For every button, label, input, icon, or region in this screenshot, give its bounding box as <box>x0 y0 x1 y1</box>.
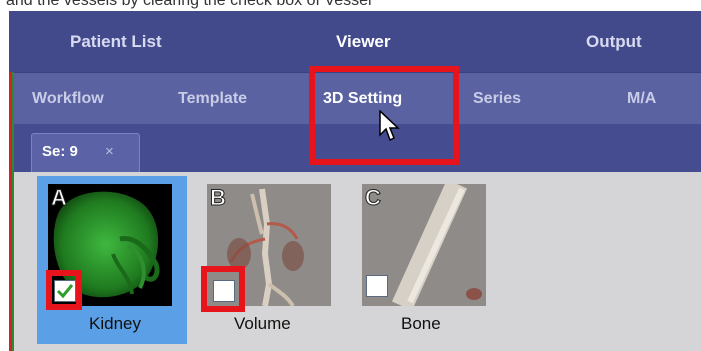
thumbnail-name: Bone <box>401 314 441 333</box>
caption-text: and the vessels by clearing the check bo… <box>6 0 372 9</box>
tab-workflow[interactable]: Workflow <box>32 73 104 125</box>
preset-thumbnail-kidney[interactable]: A Kidney <box>37 176 187 344</box>
thumbnail-letter: C <box>365 185 382 211</box>
thumbnail-name: Volume <box>234 314 291 333</box>
tab-viewer[interactable]: Viewer <box>336 11 391 72</box>
preset-thumbnail-bone[interactable]: C Bone <box>351 176 501 344</box>
preset-thumbnail-volume[interactable]: B Volume <box>196 176 346 344</box>
tab-series[interactable]: Series <box>473 73 521 125</box>
instruction-caption: and the vessels by clearing the check bo… <box>0 0 701 11</box>
tab-ma[interactable]: M/A <box>627 73 656 125</box>
highlight-volume-checkbox <box>201 266 245 312</box>
tab-patient-list[interactable]: Patient List <box>70 11 162 72</box>
main-nav: Patient List Viewer Output <box>9 11 701 72</box>
bone-checkbox[interactable] <box>366 275 388 297</box>
thumbnail-name: Kidney <box>89 314 141 333</box>
thumbnail-letter: A <box>51 185 68 211</box>
highlight-kidney-checkbox <box>46 270 82 310</box>
mouse-pointer-icon <box>379 109 401 149</box>
tab-template[interactable]: Template <box>178 73 247 125</box>
series-tab[interactable]: Se: 9 × <box>31 133 140 172</box>
close-icon[interactable]: × <box>105 143 114 160</box>
series-tab-label: Se: 9 <box>42 143 78 160</box>
thumbnail-letter: B <box>210 185 227 211</box>
tab-output[interactable]: Output <box>586 11 642 72</box>
